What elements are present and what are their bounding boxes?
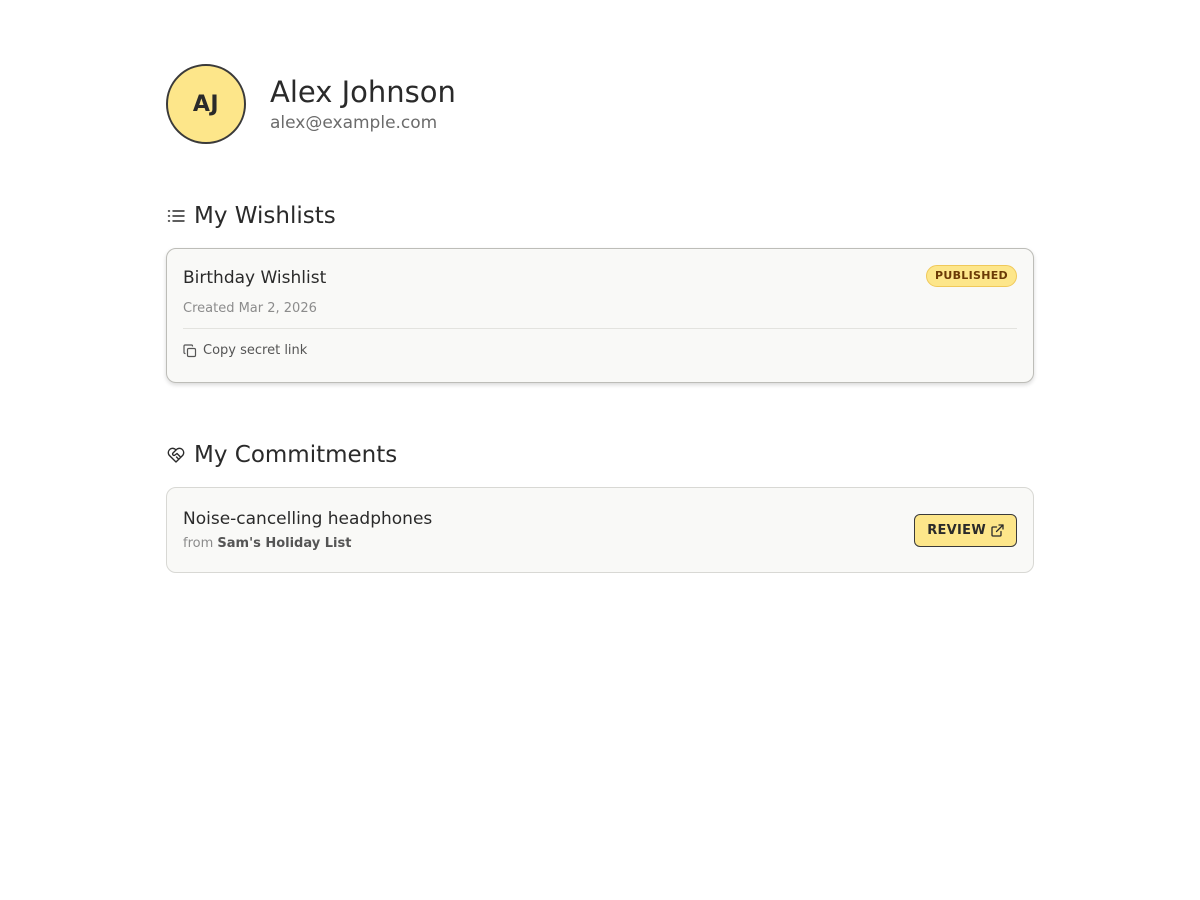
external-link-icon [991,523,1004,537]
review-button[interactable]: REVIEW [914,513,1017,547]
card-divider [183,328,1017,329]
list-icon [166,206,186,226]
profile-email: alex@example.com [270,113,438,133]
commitment-from-prefix: from [183,536,214,551]
copy-secret-link-label: Copy secret link [203,343,308,358]
copy-secret-link-button[interactable]: Copy secret link [183,343,307,358]
profile-page: AJ Alex Johnson alex@example.com My Wish… [166,64,1034,573]
copy-icon [183,343,197,358]
profile-header: AJ Alex Johnson alex@example.com [166,64,1034,144]
wishlist-title[interactable]: Birthday Wishlist [183,268,326,288]
commitment-card: Noise-cancelling headphones from Sam's H… [166,487,1034,573]
wishlists-heading: My Wishlists [166,201,1034,231]
profile-info: Alex Johnson alex@example.com [270,75,456,133]
commitment-title: Noise-cancelling headphones [183,509,433,529]
review-button-label: REVIEW [927,522,986,538]
commitments-heading: My Commitments [166,440,1034,470]
wishlist-card[interactable]: Birthday Wishlist PUBLISHED Created Mar … [166,248,1034,383]
commitment-source-list: Sam's Holiday List [217,536,352,551]
commitments-title: My Commitments [194,442,398,468]
heart-handshake-icon [166,445,186,465]
wishlists-title: My Wishlists [194,203,336,229]
wishlist-created-date: Created Mar 2, 2026 [183,301,317,316]
commitment-source: from Sam's Holiday List [183,536,432,551]
status-badge: PUBLISHED [926,265,1017,287]
commitment-info: Noise-cancelling headphones from Sam's H… [183,509,432,551]
avatar: AJ [166,64,246,144]
profile-name: Alex Johnson [270,75,456,109]
wishlist-card-header: Birthday Wishlist PUBLISHED [183,265,1017,288]
